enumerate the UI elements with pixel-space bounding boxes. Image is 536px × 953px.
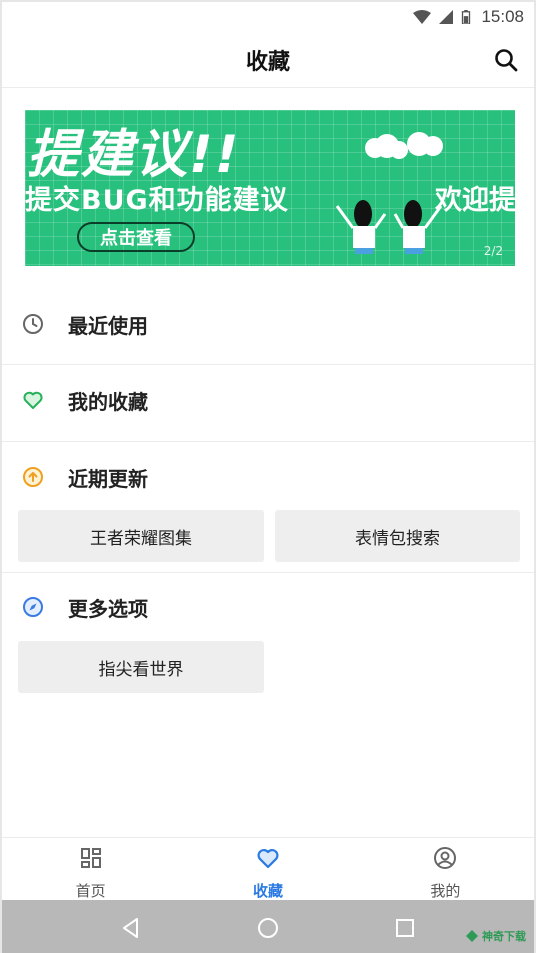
banner-subline: 提交BUG和功能建议 bbox=[25, 185, 289, 216]
dashboard-icon bbox=[80, 848, 101, 868]
heart-icon bbox=[23, 391, 43, 409]
home-circle-icon[interactable] bbox=[256, 916, 280, 940]
nav-profile[interactable]: 我的 bbox=[357, 838, 534, 900]
watermark: 神奇下载 bbox=[465, 928, 526, 944]
section-recent-header[interactable]: 最近使用 bbox=[2, 286, 534, 362]
recents-square-icon[interactable] bbox=[393, 916, 417, 940]
banner-headline: 提建议!! bbox=[27, 125, 241, 185]
section-updates-header: 近期更新 bbox=[2, 439, 534, 515]
section-more-header: 更多选项 bbox=[2, 569, 534, 645]
page-title: 收藏 bbox=[245, 49, 290, 75]
status-bar: 15:08 bbox=[2, 2, 534, 32]
cellular-signal-icon bbox=[439, 10, 454, 24]
nav-label: 我的 bbox=[430, 882, 461, 900]
banner-cta-button[interactable]: 点击查看 bbox=[77, 222, 195, 252]
nav-home[interactable]: 首页 bbox=[2, 838, 179, 900]
watermark-logo-icon bbox=[466, 930, 478, 942]
wifi-icon bbox=[413, 10, 432, 24]
nav-label: 首页 bbox=[75, 882, 106, 900]
nav-favorites[interactable]: 收藏 bbox=[179, 838, 356, 900]
more-item-button[interactable]: 指尖看世界 bbox=[18, 641, 264, 693]
banner-page-indicator: 2/2 bbox=[483, 244, 503, 258]
status-time: 15:08 bbox=[481, 7, 524, 26]
arrow-up-circle-icon bbox=[23, 467, 43, 487]
heart-icon bbox=[257, 849, 279, 869]
bottom-nav: 首页 收藏 我的 bbox=[2, 837, 534, 900]
banner-illustration bbox=[335, 132, 443, 254]
promo-banner[interactable]: 提建议!! 提交BUG和功能建议 欢迎提 点击查看 2/2 bbox=[25, 110, 515, 266]
section-label: 近期更新 bbox=[68, 466, 148, 491]
update-item-button[interactable]: 表情包搜索 bbox=[275, 510, 520, 562]
section-label: 最近使用 bbox=[68, 313, 148, 338]
section-label: 我的收藏 bbox=[68, 389, 148, 414]
section-label: 更多选项 bbox=[68, 596, 148, 621]
section-favorites-header[interactable]: 我的收藏 bbox=[2, 362, 534, 438]
search-icon[interactable] bbox=[492, 46, 520, 74]
nav-label: 收藏 bbox=[252, 882, 283, 900]
user-circle-icon bbox=[434, 847, 457, 869]
system-nav-bar bbox=[2, 900, 534, 953]
watermark-text: 神奇下载 bbox=[482, 930, 526, 943]
app-screen: 15:08 收藏 提建议!! 提交BUG和功能建议 欢迎提 点击查看 2/2 最… bbox=[0, 0, 536, 953]
update-item-button[interactable]: 王者荣耀图集 bbox=[18, 510, 264, 562]
battery-icon bbox=[462, 10, 471, 24]
compass-icon bbox=[23, 597, 43, 617]
back-icon[interactable] bbox=[119, 916, 143, 940]
clock-icon bbox=[23, 314, 43, 334]
app-header: 收藏 bbox=[2, 32, 534, 88]
